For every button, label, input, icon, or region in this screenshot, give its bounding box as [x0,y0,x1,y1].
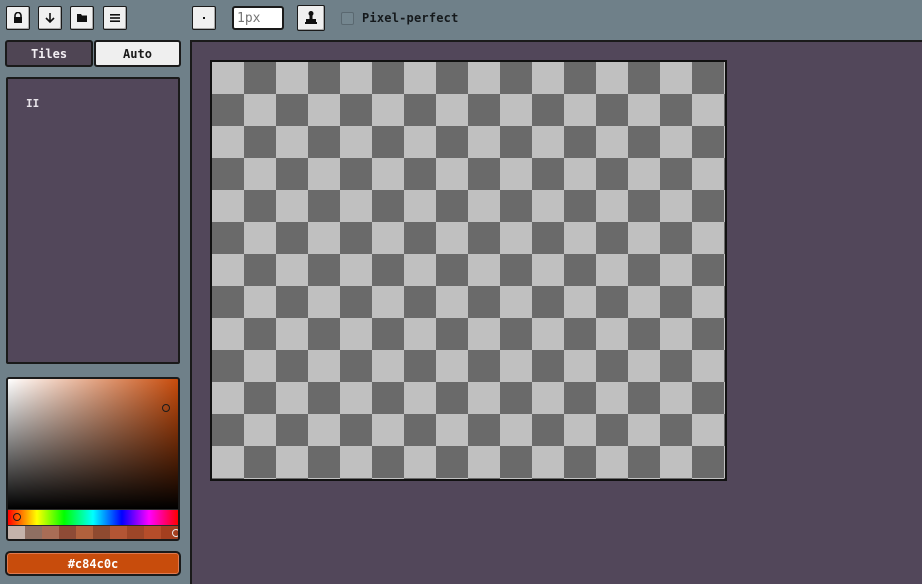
swatch[interactable] [110,526,127,539]
hue-slider[interactable] [8,510,178,525]
swatch[interactable] [93,526,110,539]
menu-button[interactable] [103,6,127,30]
swatch[interactable] [127,526,144,539]
swatch-row [8,526,178,539]
ink-stamp-icon [305,11,317,24]
pixel-perfect-label: Pixel-perfect [362,11,459,25]
hue-selector-handle[interactable] [13,513,21,521]
brush-shape-button[interactable] [192,6,216,30]
sv-selector-handle[interactable] [162,404,170,412]
lock-icon [14,12,22,23]
tiles-panel: II [6,77,180,364]
swatch[interactable] [25,526,42,539]
arrow-down-icon [45,13,55,24]
stamp-tool-button[interactable] [297,5,325,31]
tab-tiles-label: Tiles [30,46,68,61]
folder-icon [77,14,87,22]
tab-auto-label: Auto [123,46,152,61]
brush-size-input[interactable] [232,6,284,30]
swatch[interactable] [8,526,25,539]
download-button[interactable] [38,6,62,30]
tab-auto[interactable]: Auto [94,40,181,67]
color-picker [6,377,180,541]
drawing-canvas[interactable] [210,60,727,481]
dot-icon [203,17,205,19]
hamburger-menu-icon [110,14,120,22]
canvas-workspace [190,40,922,584]
top-toolbar: Pixel-perfect [0,0,922,38]
tile-item[interactable]: II [26,97,39,110]
swatch[interactable] [42,526,59,539]
swatch[interactable] [76,526,93,539]
tab-tiles[interactable]: Tiles [5,40,93,67]
swatch[interactable] [59,526,76,539]
alpha-handle[interactable] [172,529,178,537]
hex-color-value: #c84c0c [67,556,119,571]
swatch[interactable] [144,526,161,539]
folder-button[interactable] [70,6,94,30]
lock-button[interactable] [6,6,30,30]
saturation-value-area[interactable] [8,379,178,509]
hex-color-field[interactable]: #c84c0c [5,551,181,576]
pixel-perfect-checkbox[interactable] [341,12,354,25]
